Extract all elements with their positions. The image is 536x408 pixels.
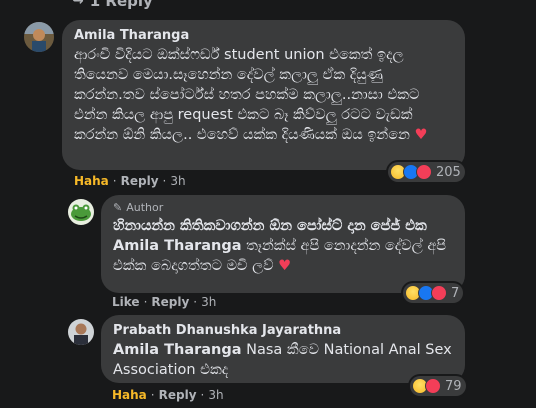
reaction-summary[interactable]: 79 bbox=[410, 376, 466, 396]
comment-actions: Like · Reply · 3h bbox=[112, 295, 216, 309]
comment-text: Amila Tharanga තෑන්ක්ස් අපි නොදන්න දේවල්… bbox=[113, 236, 453, 276]
comment-bubble: ✎ Author හිනායන්න කිතිකවාගන්න ඕන පෝස්ට් … bbox=[101, 195, 465, 293]
comment-bubble: Prabath Dhanushka Jayarathna Amila Thara… bbox=[101, 315, 465, 383]
avatar[interactable] bbox=[24, 22, 54, 52]
pencil-icon: ✎ bbox=[113, 201, 123, 214]
reply-button[interactable]: Reply bbox=[151, 295, 189, 309]
page-avatar[interactable] bbox=[68, 199, 94, 225]
separator: · bbox=[162, 174, 167, 188]
comment-author-name[interactable]: Amila Tharanga bbox=[74, 28, 453, 43]
love-reaction-icon bbox=[431, 285, 447, 301]
page-name[interactable]: හිනායන්න කිතිකවාගන්න ඕන පෝස්ට් දාන පේජ් … bbox=[113, 216, 453, 236]
comment-timestamp[interactable]: 3h bbox=[170, 174, 185, 188]
comment-bubble: Amila Tharanga ආරංචි විදියට ඔක්ස්ෆර්ඩ් s… bbox=[62, 20, 465, 170]
heart-icon: ♥ bbox=[414, 127, 428, 143]
view-replies-link[interactable]: ↪ 1 Reply bbox=[72, 0, 153, 10]
love-reaction-icon bbox=[416, 164, 432, 180]
comment-text: ආරංචි විදියට ඔක්ස්ෆර්ඩ් student union එක… bbox=[74, 45, 453, 145]
comment-timestamp[interactable]: 3h bbox=[201, 295, 216, 309]
avatar[interactable] bbox=[68, 319, 94, 345]
haha-button[interactable]: Haha bbox=[112, 388, 147, 402]
comment-actions: Haha · Reply · 3h bbox=[74, 174, 186, 188]
separator: · bbox=[112, 174, 117, 188]
avatar-image bbox=[68, 319, 94, 345]
haha-button[interactable]: Haha bbox=[74, 174, 109, 188]
reaction-count: 205 bbox=[436, 164, 461, 180]
reply-button[interactable]: Reply bbox=[159, 388, 197, 402]
separator: · bbox=[150, 388, 155, 402]
avatar-image bbox=[24, 22, 54, 52]
reaction-summary[interactable]: 7 bbox=[403, 283, 464, 303]
mention-tag[interactable]: Amila Tharanga bbox=[113, 342, 242, 358]
author-badge: ✎ Author bbox=[113, 201, 453, 214]
comment-author-name[interactable]: Prabath Dhanushka Jayarathna bbox=[113, 323, 453, 338]
like-button[interactable]: Like bbox=[112, 295, 140, 309]
comment-actions: Haha · Reply · 3h bbox=[112, 388, 224, 402]
frog-logo-icon bbox=[68, 199, 94, 225]
reply-button[interactable]: Reply bbox=[121, 174, 159, 188]
reaction-summary[interactable]: 205 bbox=[388, 162, 465, 182]
comment-text: Amila Tharanga Nasa කීවෙ National Anal S… bbox=[113, 340, 453, 380]
heart-icon: ♥ bbox=[278, 258, 292, 274]
reply-arrow-icon: ↪ bbox=[72, 0, 84, 9]
separator: · bbox=[143, 295, 148, 309]
reaction-count: 79 bbox=[445, 378, 462, 394]
separator: · bbox=[193, 295, 198, 309]
comment-body: ආරංචි විදියට ඔක්ස්ෆර්ඩ් student union එක… bbox=[74, 47, 420, 143]
view-replies-label: 1 Reply bbox=[89, 0, 153, 10]
reaction-count: 7 bbox=[451, 285, 460, 301]
love-reaction-icon bbox=[425, 378, 441, 394]
separator: · bbox=[200, 388, 205, 402]
author-badge-label: Author bbox=[126, 201, 164, 214]
comment-timestamp[interactable]: 3h bbox=[208, 388, 223, 402]
mention-tag[interactable]: Amila Tharanga bbox=[113, 238, 242, 254]
